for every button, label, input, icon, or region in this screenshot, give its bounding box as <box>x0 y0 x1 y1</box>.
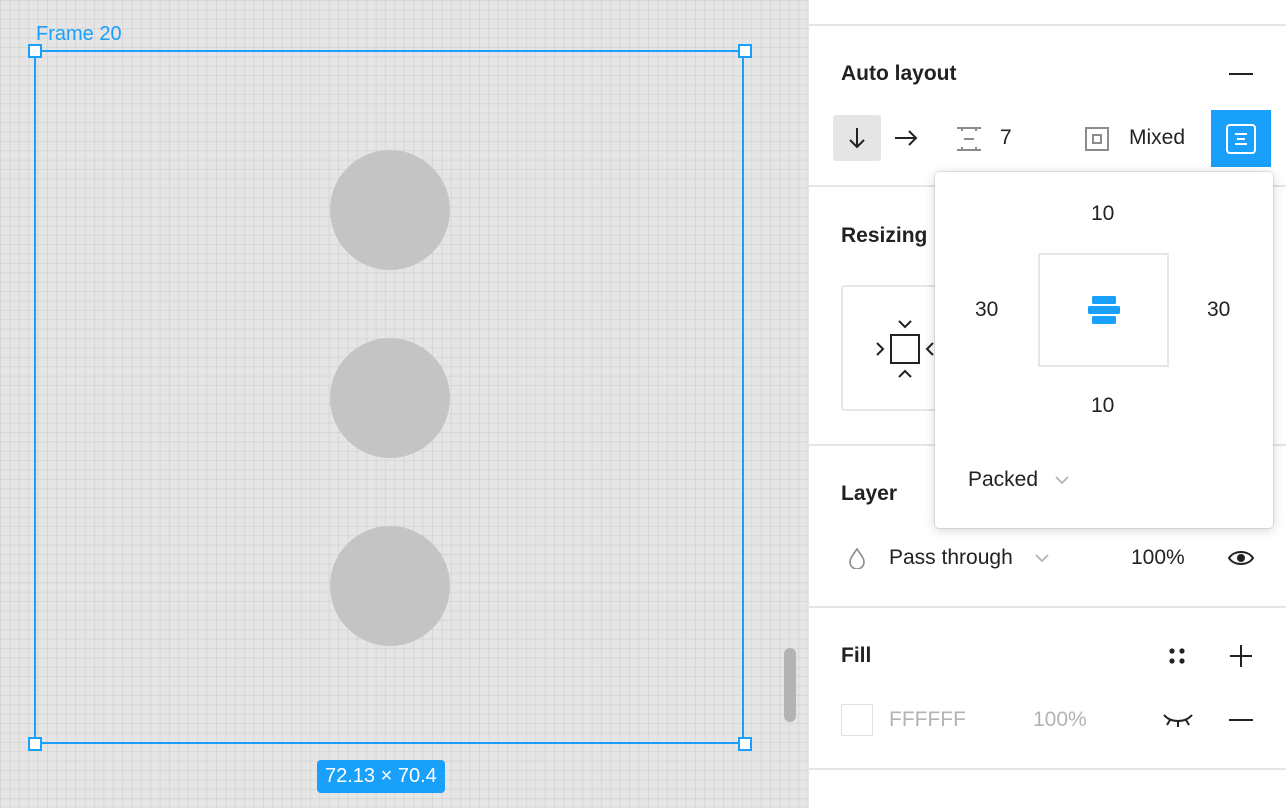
eye-icon[interactable] <box>1225 544 1257 572</box>
spacing-icon <box>955 124 983 154</box>
ellipse-2[interactable] <box>330 338 450 458</box>
chevron-down-icon[interactable] <box>1053 472 1071 488</box>
align-center-icon <box>1084 290 1124 330</box>
fill-opacity-input[interactable]: 100% <box>1033 708 1087 732</box>
resizing-title: Resizing <box>841 224 928 247</box>
drop-icon <box>847 546 867 570</box>
spacing-input[interactable]: 7 <box>1000 126 1012 150</box>
eye-closed-icon[interactable] <box>1161 710 1195 730</box>
padding-bottom-input[interactable]: 10 <box>1091 394 1114 418</box>
chevron-down-icon[interactable] <box>1033 550 1051 566</box>
remove-fill-button[interactable] <box>1227 710 1255 730</box>
layer-title: Layer <box>841 482 898 505</box>
resize-handle-top-left[interactable] <box>28 44 42 58</box>
direction-vertical-button[interactable] <box>833 115 881 161</box>
resize-hug-icon <box>873 315 943 385</box>
styles-icon[interactable] <box>1165 644 1189 668</box>
padding-input[interactable]: Mixed <box>1129 126 1185 150</box>
fill-title: Fill <box>841 644 872 667</box>
minus-icon[interactable] <box>1227 64 1255 84</box>
arrow-right-icon <box>894 130 918 146</box>
distribution-select[interactable]: Packed <box>968 468 1038 492</box>
direction-horizontal-button[interactable] <box>893 124 919 152</box>
ellipse-3[interactable] <box>330 526 450 646</box>
size-badge: 72.13 × 70.4 <box>317 760 445 793</box>
arrow-down-icon <box>849 127 865 149</box>
alignment-button[interactable] <box>1211 110 1271 167</box>
padding-right-input[interactable]: 30 <box>1207 298 1230 322</box>
canvas[interactable]: Frame 20 72.13 × 70.4 <box>0 0 808 808</box>
minus-icon <box>1229 718 1253 722</box>
blend-mode-select[interactable]: Pass through <box>889 546 1013 570</box>
alignment-grid[interactable] <box>1038 253 1169 367</box>
plus-icon[interactable] <box>1227 644 1255 668</box>
divider <box>809 768 1286 770</box>
padding-top-input[interactable]: 10 <box>1091 202 1114 226</box>
resize-handle-bottom-left[interactable] <box>28 737 42 751</box>
padding-icon <box>1084 126 1110 152</box>
layer-opacity-input[interactable]: 100% <box>1131 546 1185 570</box>
resize-handle-top-right[interactable] <box>738 44 752 58</box>
padding-left-input[interactable]: 30 <box>975 298 998 322</box>
resize-handle-bottom-right[interactable] <box>738 737 752 751</box>
divider <box>809 606 1286 608</box>
canvas-scrollbar[interactable] <box>784 648 796 722</box>
fill-hex-input[interactable]: FFFFFF <box>889 708 966 732</box>
auto-layout-title: Auto layout <box>841 62 957 85</box>
ellipse-1[interactable] <box>330 150 450 270</box>
frame-label[interactable]: Frame 20 <box>36 23 122 46</box>
divider <box>809 24 1286 26</box>
align-icon <box>1226 123 1256 154</box>
fill-color-swatch[interactable] <box>841 704 873 736</box>
padding-popover: 10 30 30 10 Packed <box>935 172 1273 528</box>
